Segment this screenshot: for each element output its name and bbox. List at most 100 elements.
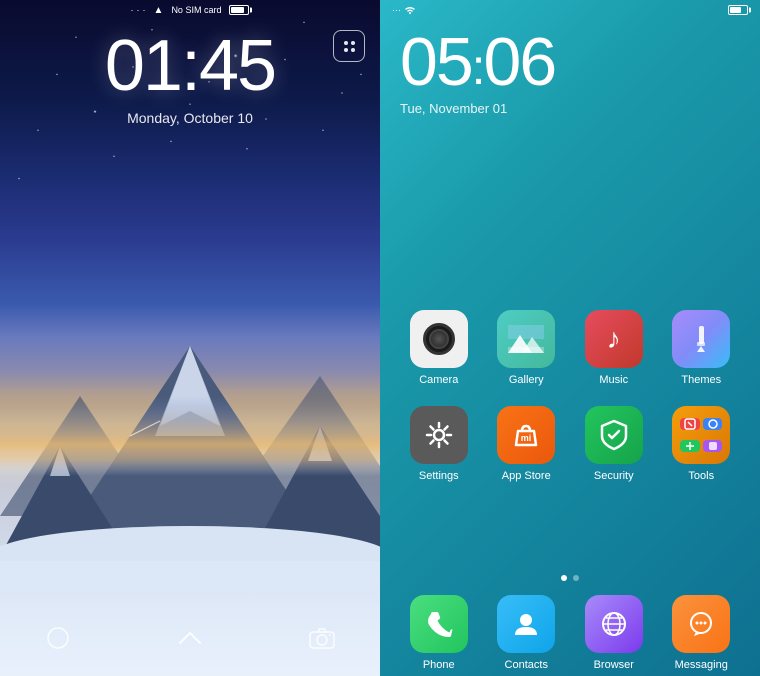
settings-app-icon bbox=[410, 406, 468, 464]
mountain-svg bbox=[0, 316, 380, 596]
messaging-label: Messaging bbox=[675, 659, 728, 671]
home-screen: ··· 05:06 Tue, November 01 bbox=[380, 0, 760, 676]
browser-app-icon bbox=[585, 595, 643, 653]
lock-hour: 01 bbox=[105, 26, 181, 106]
themes-app-icon bbox=[672, 310, 730, 368]
gallery-label: Gallery bbox=[509, 374, 544, 386]
home-wifi-icon bbox=[404, 5, 416, 15]
lock-circle-button[interactable] bbox=[40, 620, 76, 656]
lock-wifi-icon: ▲ bbox=[154, 5, 164, 16]
phone-app-icon bbox=[410, 595, 468, 653]
app-camera[interactable]: Camera bbox=[401, 310, 476, 386]
tools-app-icon bbox=[672, 406, 730, 464]
camera-app-icon bbox=[410, 310, 468, 368]
app-browser[interactable]: Browser bbox=[576, 595, 651, 671]
tools-mini-icon-1 bbox=[684, 418, 696, 430]
contacts-person-icon bbox=[511, 609, 541, 639]
lock-colon: : bbox=[181, 30, 199, 102]
home-time-section: 05:06 Tue, November 01 bbox=[400, 28, 555, 116]
themes-brush-icon bbox=[686, 324, 716, 354]
music-label: Music bbox=[599, 374, 628, 386]
camera-lens bbox=[423, 323, 455, 355]
contacts-app-icon bbox=[497, 595, 555, 653]
lock-status-bar: · · · ▲ No SIM card bbox=[0, 0, 380, 20]
settings-gear-icon bbox=[423, 419, 455, 451]
music-app-icon: ♪ bbox=[585, 310, 643, 368]
camera-icon bbox=[309, 627, 335, 649]
app-themes[interactable]: Themes bbox=[664, 310, 739, 386]
chevron-up-icon bbox=[176, 629, 204, 647]
lock-screen: · · · ▲ No SIM card 01:45 Monday, Octobe… bbox=[0, 0, 380, 676]
lock-swipe-up-button[interactable] bbox=[172, 620, 208, 656]
home-time-display: 05:06 bbox=[400, 28, 555, 96]
music-note-icon: ♪ bbox=[607, 323, 621, 355]
lock-camera-button[interactable] bbox=[304, 620, 340, 656]
app-gallery[interactable]: Gallery bbox=[489, 310, 564, 386]
home-status-right bbox=[728, 5, 748, 15]
security-label: Security bbox=[594, 470, 634, 482]
security-shield-icon bbox=[599, 419, 629, 451]
tools-mini-3 bbox=[680, 440, 700, 452]
appstore-app-icon: mi bbox=[497, 406, 555, 464]
gallery-app-icon bbox=[497, 310, 555, 368]
home-minute: 06 bbox=[484, 24, 556, 100]
home-status-left: ··· bbox=[392, 5, 416, 15]
tools-mini-icon-3 bbox=[684, 440, 696, 452]
settings-label: Settings bbox=[419, 470, 459, 482]
tools-mini-1 bbox=[680, 418, 700, 430]
messaging-app-icon bbox=[672, 595, 730, 653]
tools-mini-4 bbox=[703, 440, 723, 452]
home-status-bar: ··· bbox=[380, 0, 760, 20]
lock-minute: 45 bbox=[199, 26, 275, 106]
home-colon: : bbox=[472, 42, 484, 92]
messaging-bubble-icon bbox=[686, 609, 716, 639]
app-security[interactable]: Security bbox=[576, 406, 651, 482]
camera-label: Camera bbox=[419, 374, 458, 386]
app-row-dock: Phone Contacts bbox=[395, 595, 745, 671]
page-dot-1[interactable] bbox=[561, 575, 567, 581]
tools-mini-2 bbox=[703, 418, 723, 430]
page-dot-2[interactable] bbox=[573, 575, 579, 581]
gallery-svg bbox=[508, 325, 544, 353]
browser-globe-icon bbox=[599, 609, 629, 639]
themes-label: Themes bbox=[681, 374, 721, 386]
app-phone[interactable]: Phone bbox=[401, 595, 476, 671]
contacts-label: Contacts bbox=[505, 659, 548, 671]
lock-signal-dot2: · bbox=[137, 5, 140, 15]
app-appstore[interactable]: mi App Store bbox=[489, 406, 564, 482]
bottom-dock: Phone Contacts bbox=[380, 595, 760, 671]
app-row-1: Camera Gallery bbox=[395, 310, 745, 386]
mountain-illustration bbox=[0, 316, 380, 596]
lock-no-sim: No SIM card bbox=[171, 5, 221, 15]
app-messaging[interactable]: Messaging bbox=[664, 595, 739, 671]
lock-signal-dot: · bbox=[131, 5, 134, 15]
appstore-label: App Store bbox=[502, 470, 551, 482]
lock-status-dots: · · · bbox=[131, 5, 146, 15]
home-signal-dots: ··· bbox=[392, 5, 401, 15]
phone-handset-icon bbox=[425, 610, 453, 638]
app-grid: Camera Gallery bbox=[380, 310, 760, 502]
lock-time-section: 01:45 Monday, October 10 bbox=[0, 30, 380, 126]
tools-label: Tools bbox=[688, 470, 714, 482]
security-app-icon bbox=[585, 406, 643, 464]
phone-label: Phone bbox=[423, 659, 455, 671]
lock-signal-dot3: · bbox=[143, 5, 146, 15]
lock-time-display: 01:45 bbox=[105, 30, 275, 102]
lock-bottom-bar bbox=[0, 620, 380, 656]
browser-label: Browser bbox=[594, 659, 634, 671]
app-settings[interactable]: Settings bbox=[401, 406, 476, 482]
app-tools[interactable]: Tools bbox=[664, 406, 739, 482]
tools-mini-icon-4 bbox=[707, 440, 719, 452]
home-date-display: Tue, November 01 bbox=[400, 101, 555, 116]
page-dots bbox=[380, 575, 760, 581]
tools-mini-icon-2 bbox=[707, 418, 719, 430]
svg-text:mi: mi bbox=[521, 433, 532, 443]
app-music[interactable]: ♪ Music bbox=[576, 310, 651, 386]
home-battery-icon bbox=[728, 5, 748, 15]
app-contacts[interactable]: Contacts bbox=[489, 595, 564, 671]
app-row-2: Settings mi App Store bbox=[395, 406, 745, 482]
appstore-mi-icon: mi bbox=[510, 419, 542, 451]
lock-date-display: Monday, October 10 bbox=[127, 110, 253, 126]
home-hour: 05 bbox=[400, 24, 472, 100]
circle-icon bbox=[46, 626, 70, 650]
